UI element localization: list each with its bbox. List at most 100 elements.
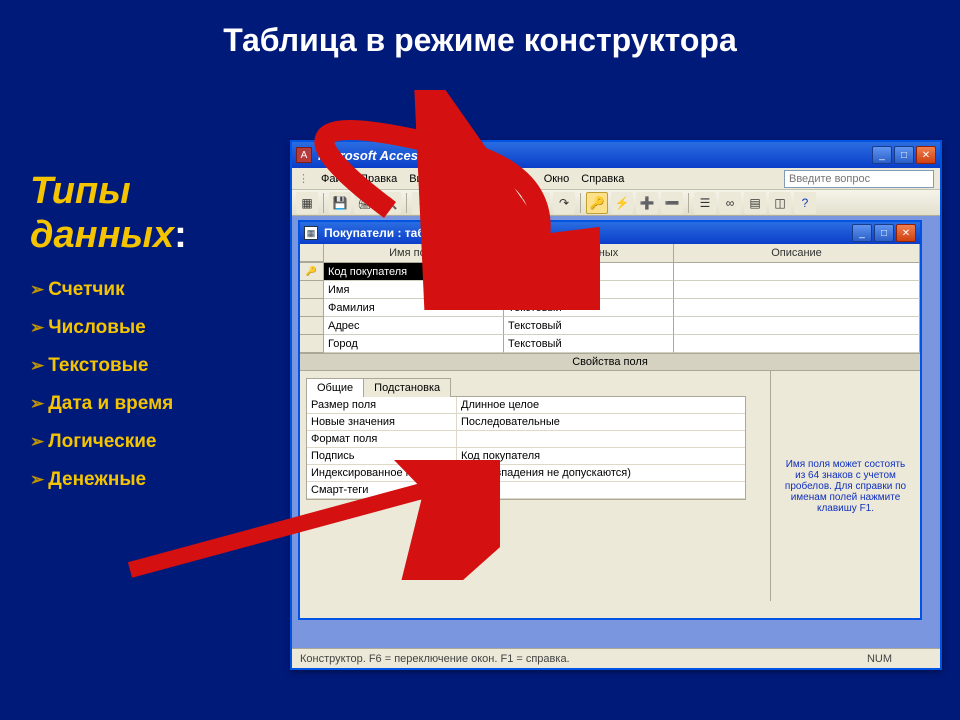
field-name-cell[interactable]: Адрес (324, 317, 504, 335)
save-icon[interactable]: 💾 (329, 192, 351, 214)
property-row[interactable]: Формат поля (307, 431, 745, 448)
copy-icon[interactable]: ⧉ (470, 192, 492, 214)
field-desc-cell[interactable] (674, 335, 920, 353)
help-panel: Имя поля может состоять из 64 знаков с у… (770, 371, 920, 601)
property-label: Подпись (307, 448, 457, 464)
table-row[interactable]: Код покупателя Счетчик (300, 263, 920, 281)
minimize-button[interactable]: _ (872, 146, 892, 164)
field-type-cell[interactable]: Текстовый (504, 335, 674, 353)
menu-insert[interactable]: Вставка (441, 173, 482, 185)
field-type-cell[interactable]: Текстовый (504, 299, 674, 317)
field-name-cell[interactable]: Код покупателя (324, 263, 504, 281)
property-row[interactable]: Размер поляДлинное целое (307, 397, 745, 414)
property-value[interactable]: Код покупателя (457, 448, 745, 464)
property-label: Формат поля (307, 431, 457, 447)
field-type-cell[interactable]: Счетчик (504, 263, 674, 281)
property-value[interactable] (457, 431, 745, 447)
app-title: Microsoft Access (318, 148, 872, 163)
field-name-cell[interactable]: Фамилия (324, 299, 504, 317)
menu-edit[interactable]: Правка (360, 173, 397, 185)
menu-file[interactable]: Файл (321, 173, 348, 185)
field-desc-cell[interactable] (674, 317, 920, 335)
workspace: ▦ Покупатели : таблица _ □ ✕ Имя поля Ти… (292, 216, 940, 648)
lightning-icon[interactable]: ⚡ (611, 192, 633, 214)
field-name-cell[interactable]: Имя (324, 281, 504, 299)
column-header-desc[interactable]: Описание (674, 244, 920, 262)
redo-icon[interactable]: ↷ (553, 192, 575, 214)
datatype-list: Счетчик Числовые Текстовые Дата и время … (30, 279, 280, 491)
list-item: Денежные (30, 469, 280, 491)
menu-view[interactable]: Вид (409, 173, 429, 185)
row-selector[interactable] (300, 317, 324, 335)
view-icon[interactable]: ▦ (296, 192, 318, 214)
row-selector-key[interactable] (300, 263, 324, 281)
property-value[interactable]: Длинное целое (457, 397, 745, 413)
rows-delete-icon[interactable]: ➖ (661, 192, 683, 214)
menu-help[interactable]: Справка (581, 173, 624, 185)
maximize-button[interactable]: □ (894, 146, 914, 164)
indexes-icon[interactable]: ☰ (694, 192, 716, 214)
property-row[interactable]: Индексированное полеДа (Совпадения не до… (307, 465, 745, 482)
menu-service[interactable]: Сервис (494, 173, 532, 185)
left-panel: Типы данных: Счетчик Числовые Текстовые … (30, 170, 280, 507)
property-label: Индексированное поле (307, 465, 457, 481)
access-window: A Microsoft Access _ □ ✕ ⋮ Файл Правка В… (290, 140, 942, 670)
row-selector-header (300, 244, 324, 262)
table-row[interactable]: Город Текстовый (300, 335, 920, 353)
new-object-icon[interactable]: ◫ (769, 192, 791, 214)
property-table: Размер поляДлинное целое Новые значенияП… (306, 396, 746, 500)
table-design-window: ▦ Покупатели : таблица _ □ ✕ Имя поля Ти… (298, 220, 922, 620)
grid-header: Имя поля Тип данных Описание (300, 244, 920, 263)
table-row[interactable]: Адрес Текстовый (300, 317, 920, 335)
relationships-icon[interactable]: ∞ (719, 192, 741, 214)
paste-icon[interactable]: 📋 (495, 192, 517, 214)
property-value[interactable] (457, 482, 745, 498)
table-row[interactable]: Фамилия Текстовый (300, 299, 920, 317)
inner-maximize-button[interactable]: □ (874, 224, 894, 242)
tab-general[interactable]: Общие (306, 378, 364, 397)
property-row[interactable]: Новые значенияПоследовательные (307, 414, 745, 431)
row-selector[interactable] (300, 299, 324, 317)
field-type-cell[interactable]: Текстовый (504, 317, 674, 335)
spell-icon[interactable]: ✔ (412, 192, 434, 214)
property-row[interactable]: Смарт-теги (307, 482, 745, 499)
inner-minimize-button[interactable]: _ (852, 224, 872, 242)
rows-insert-icon[interactable]: ➕ (636, 192, 658, 214)
property-value[interactable]: Последовательные (457, 414, 745, 430)
slide-title: Таблица в режиме конструктора (0, 22, 960, 59)
database-icon[interactable]: ▤ (744, 192, 766, 214)
menu-grip: ⋮ (298, 172, 309, 185)
table-icon: ▦ (304, 226, 318, 240)
titlebar[interactable]: A Microsoft Access _ □ ✕ (292, 142, 940, 168)
row-selector[interactable] (300, 335, 324, 353)
field-desc-cell[interactable] (674, 263, 920, 281)
undo-icon[interactable]: ↶ (528, 192, 550, 214)
menu-window[interactable]: Окно (544, 173, 570, 185)
properties-title: Свойства поля (300, 353, 920, 371)
property-value[interactable]: Да (Совпадения не допускаются) (457, 465, 745, 481)
field-type-cell[interactable]: Текстовый (504, 281, 674, 299)
help-icon[interactable]: ? (794, 192, 816, 214)
preview-icon[interactable]: 🔍 (379, 192, 401, 214)
menubar: ⋮ Файл Правка Вид Вставка Сервис Окно Сп… (292, 168, 940, 190)
column-header-name[interactable]: Имя поля (324, 244, 504, 262)
list-item: Текстовые (30, 355, 280, 377)
cut-icon[interactable]: ✂ (445, 192, 467, 214)
key-icon[interactable]: 🔑 (586, 192, 608, 214)
close-button[interactable]: ✕ (916, 146, 936, 164)
properties-tabs: Общие Подстановка (306, 377, 764, 396)
inner-titlebar[interactable]: ▦ Покупатели : таблица _ □ ✕ (300, 222, 920, 244)
table-row[interactable]: Имя Текстовый (300, 281, 920, 299)
field-desc-cell[interactable] (674, 299, 920, 317)
list-item: Числовые (30, 317, 280, 339)
column-header-type[interactable]: Тип данных (504, 244, 674, 262)
inner-close-button[interactable]: ✕ (896, 224, 916, 242)
property-label: Смарт-теги (307, 482, 457, 498)
print-icon[interactable]: 🖨 (354, 192, 376, 214)
property-row[interactable]: ПодписьКод покупателя (307, 448, 745, 465)
field-desc-cell[interactable] (674, 281, 920, 299)
tab-lookup[interactable]: Подстановка (363, 378, 451, 397)
row-selector[interactable] (300, 281, 324, 299)
question-input[interactable] (784, 170, 934, 188)
field-name-cell[interactable]: Город (324, 335, 504, 353)
